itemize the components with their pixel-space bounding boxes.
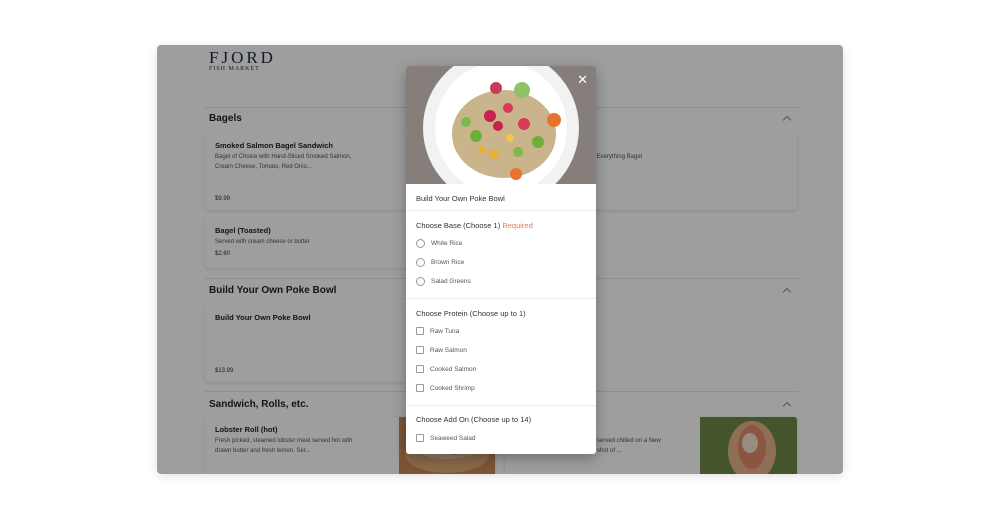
option-seaweed-salad[interactable]: Seaweed Salad	[416, 432, 476, 444]
divider	[406, 298, 596, 299]
option-label: Raw Salmon	[430, 346, 467, 354]
group-title-addon: Choose Add On (Choose up to 14)	[416, 415, 532, 424]
checkbox[interactable]	[416, 384, 424, 392]
group-title-text: Choose Base (Choose 1)	[416, 221, 501, 230]
option-label: Seaweed Salad	[430, 434, 476, 442]
checkbox[interactable]	[416, 365, 424, 373]
option-brown-rice[interactable]: Brown Rice	[416, 256, 464, 268]
required-badge: Required	[502, 221, 533, 230]
close-icon[interactable]: ✕	[577, 73, 588, 86]
option-raw-salmon[interactable]: Raw Salmon	[416, 344, 467, 356]
option-label: Salad Greens	[431, 277, 471, 285]
option-white-rice[interactable]: White Rice	[416, 237, 462, 249]
radio-button[interactable]	[416, 257, 425, 267]
browser-frame: FJORD FISH MARKET Bagels Smoked Salmon B…	[157, 45, 843, 474]
option-label: Brown Rice	[431, 258, 465, 266]
divider	[406, 405, 596, 406]
option-label: Raw Tuna	[430, 327, 460, 335]
option-label: Cooked Salmon	[430, 365, 477, 373]
option-cooked-salmon[interactable]: Cooked Salmon	[416, 363, 476, 375]
option-label: Cooked Shrimp	[430, 384, 475, 392]
checkbox[interactable]	[416, 327, 424, 335]
radio-button[interactable]	[416, 238, 425, 248]
group-title-base: Choose Base (Choose 1) Required	[416, 221, 533, 230]
option-cooked-shrimp[interactable]: Cooked Shrimp	[416, 382, 475, 394]
option-raw-tuna[interactable]: Raw Tuna	[416, 325, 459, 337]
modal-title: Build Your Own Poke Bowl	[416, 194, 505, 203]
option-label: White Rice	[431, 239, 463, 247]
group-title-protein: Choose Protein (Choose up to 1)	[416, 309, 526, 318]
option-salad-greens[interactable]: Salad Greens	[416, 275, 471, 287]
divider	[406, 210, 596, 211]
checkbox[interactable]	[416, 434, 424, 442]
radio-button[interactable]	[416, 276, 425, 286]
poke-bowl-modal: ✕ Build Your Own Poke Bowl Choose Base (…	[406, 66, 596, 454]
checkbox[interactable]	[416, 346, 424, 354]
poke-bowl-image	[406, 66, 596, 184]
